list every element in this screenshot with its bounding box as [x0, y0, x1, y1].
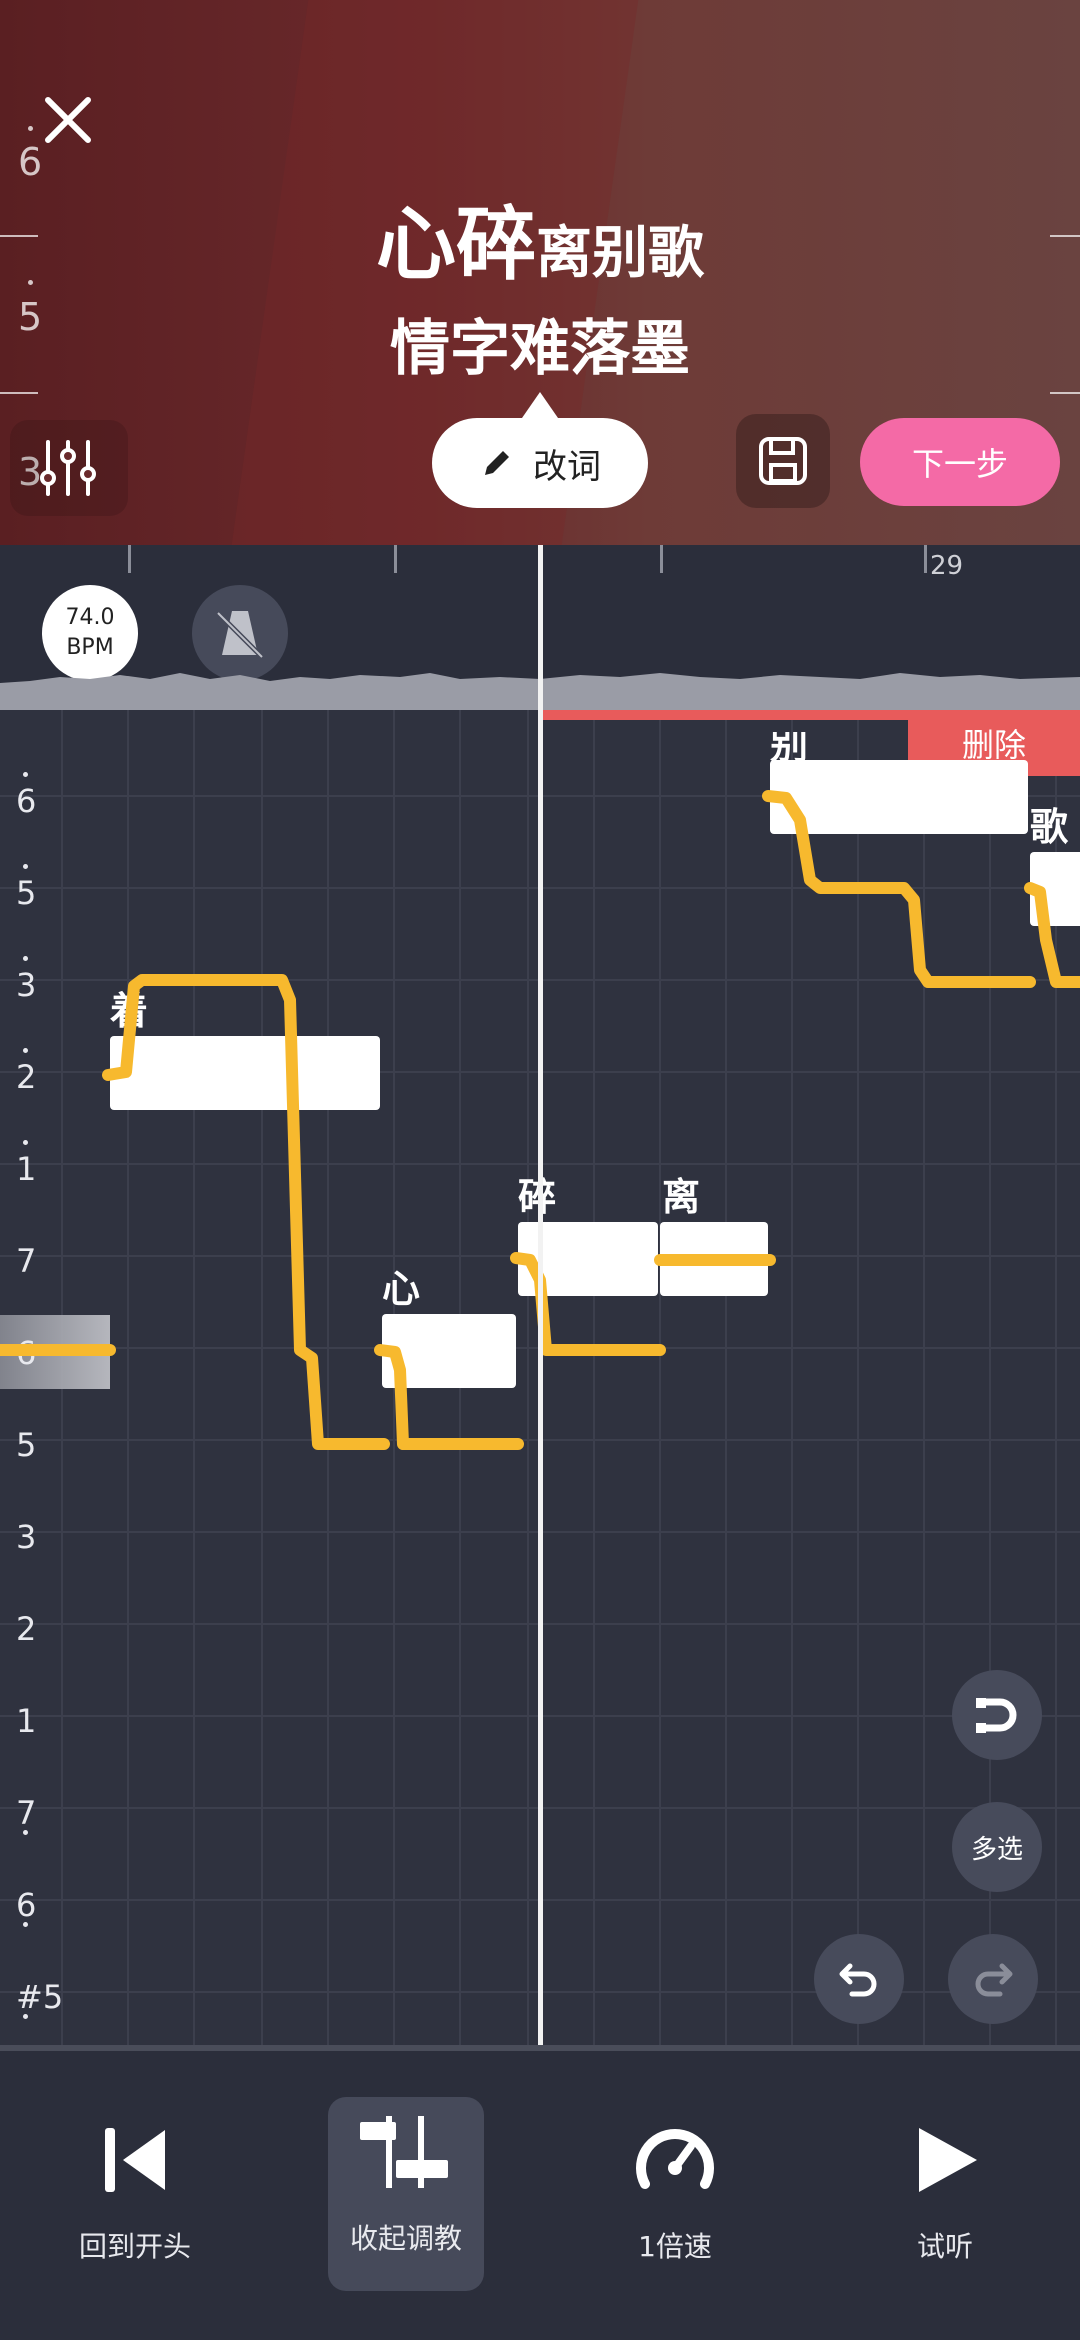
rewind-label: 回到开头 [78, 2230, 191, 2263]
edit-lyrics-label: 改词 [533, 446, 601, 487]
ruler-tick [394, 545, 397, 573]
play-icon [919, 2128, 977, 2192]
collapse-tuning-button[interactable]: 收起调教 [328, 2097, 484, 2291]
bpm-unit: BPM [66, 635, 114, 660]
metronome-off-icon [216, 611, 264, 659]
speed-button[interactable]: 1倍速 [600, 2105, 750, 2295]
ruler-tick [924, 545, 927, 573]
scale-tick [1050, 392, 1080, 394]
next-lyric-line: 情字难落墨 [390, 314, 690, 384]
collapse-tuning-label: 收起调教 [349, 2222, 462, 2255]
skip-back-icon [105, 2128, 165, 2192]
toolbar-divider [0, 2045, 1080, 2051]
undo-button[interactable] [814, 1934, 904, 2024]
playhead[interactable] [538, 545, 543, 2045]
close-icon[interactable] [40, 92, 96, 148]
ruler-tick [660, 545, 663, 573]
save-button[interactable] [736, 414, 830, 508]
speedometer-icon [636, 2129, 714, 2189]
lyric-rest: 离别歌 [536, 221, 704, 286]
bar-number: 29 [930, 551, 964, 581]
bpm-value: 74.0 [65, 605, 115, 630]
redo-button[interactable] [948, 1934, 1038, 2024]
scale-tick [0, 392, 38, 394]
undo-icon [839, 1963, 877, 1997]
mixer-button[interactable] [10, 420, 128, 516]
header-scale-note: 6 [18, 140, 43, 184]
speed-label: 1倍速 [638, 2230, 712, 2263]
ruler-tick [128, 545, 131, 573]
redo-icon [975, 1963, 1013, 1997]
pencil-icon [485, 451, 509, 475]
rewind-to-start-button[interactable]: 回到开头 [60, 2105, 210, 2295]
next-step-button[interactable]: 下一步 [860, 418, 1060, 506]
edit-lyrics-button[interactable]: 改词 [432, 418, 648, 508]
save-icon [759, 437, 807, 485]
preview-label: 试听 [916, 2230, 973, 2263]
snap-button[interactable] [952, 1670, 1042, 1760]
lyric-highlight: 心碎 [376, 198, 536, 291]
edit-tooltip-arrow [522, 392, 558, 418]
sliders-icon [40, 440, 96, 496]
preview-play-button[interactable]: 试听 [870, 2105, 1020, 2295]
scale-dot [28, 126, 33, 131]
bottom-toolbar: 回到开头 收起调教 1倍速 试听 [0, 2045, 1080, 2340]
multi-select-button[interactable]: 多选 [952, 1802, 1042, 1892]
current-lyric-line: 心碎离别歌 [0, 180, 1080, 296]
magnet-icon [976, 1698, 1017, 1733]
tuning-sliders-icon [360, 2116, 448, 2188]
lyric-header: 6 5 3 心碎离别歌 情字难落墨 改词 下一步 [0, 0, 1080, 545]
